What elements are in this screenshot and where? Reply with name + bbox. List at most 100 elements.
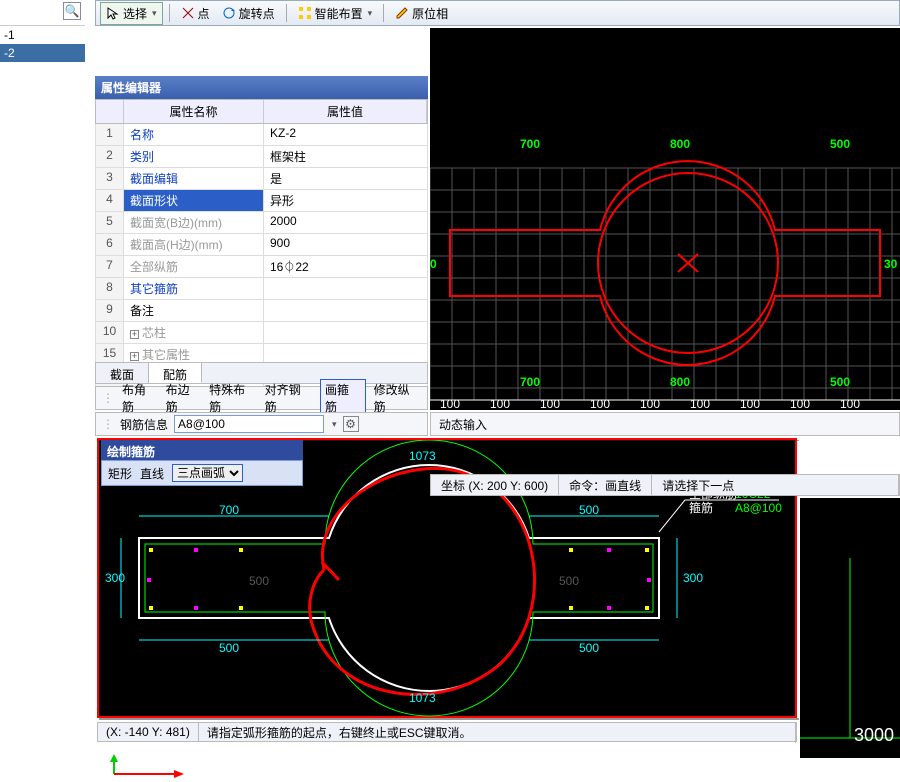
svg-text:500: 500 <box>559 574 579 588</box>
rebar-toolbar: ⋮ 布角筋 布边筋 特殊布筋 对齐钢筋 画箍筋 修改纵筋 <box>95 386 428 410</box>
draw-stirrup-toolbar: 矩形 直线 三点画弧 <box>101 460 303 486</box>
property-row[interactable]: 6截面高(H边)(mm)900 <box>95 234 428 256</box>
rebar-info-label: 钢筋信息 <box>120 416 168 433</box>
hint-cell: 请选择下一点 <box>652 475 899 496</box>
svg-text:箍筋: 箍筋 <box>689 500 713 515</box>
dynamic-input-label: 动态输入 <box>430 412 900 436</box>
cmd-cell: 命令：画直线 <box>559 475 652 496</box>
canvas1-status: (X: -140 Y: 481) 请指定弧形箍筋的起点，右键终止或ESC键取消。 <box>97 722 797 742</box>
svg-text:100: 100 <box>640 397 660 410</box>
property-editor: 属性编辑器 属性名称 属性值 1名称KZ-22类别框架柱3截面编辑是4截面形状异… <box>95 76 428 410</box>
arc-mode-select[interactable]: 三点画弧 <box>172 464 243 482</box>
origin-label: 原位相 <box>412 5 448 22</box>
svg-text:800: 800 <box>670 375 690 389</box>
section-drawing: 700 800 500 700 800 500 0 30 100 100 100 1… <box>430 28 900 410</box>
top-toolbar: 选择 ▾ 点 旋转点 智能布置 ▾ 原位相 <box>95 0 900 26</box>
rotate-icon <box>222 6 236 20</box>
svg-text:A8@100: A8@100 <box>735 501 782 515</box>
dropdown-icon: ▾ <box>368 8 373 19</box>
tree-item[interactable]: -1 <box>0 26 85 44</box>
property-title: 属性编辑器 <box>95 76 428 99</box>
svg-text:100: 100 <box>590 397 610 410</box>
svg-text:300: 300 <box>105 571 125 585</box>
handle-icon: ⋮ <box>102 417 114 431</box>
command-status-bar: 坐标 (X: 200 Y: 600) 命令：画直线 请选择下一点 <box>430 474 900 496</box>
svg-text:30: 30 <box>884 257 898 271</box>
expand-icon[interactable]: + <box>130 352 139 361</box>
rotate-point-button[interactable]: 旋转点 <box>217 3 280 24</box>
hint-text: 请指定弧形箍筋的起点，右键终止或ESC键取消。 <box>199 722 796 743</box>
tab-rebar[interactable]: 配筋 <box>149 363 202 383</box>
svg-text:800: 800 <box>670 137 690 151</box>
search-icon[interactable]: 🔍 <box>63 2 81 20</box>
tree-item[interactable]: -2 <box>0 44 85 62</box>
rect-mode[interactable]: 矩形 <box>108 465 132 482</box>
svg-text:700: 700 <box>520 137 540 151</box>
property-row[interactable]: 5截面宽(B边)(mm)2000 <box>95 212 428 234</box>
cursor-icon <box>106 6 120 20</box>
svg-text:500: 500 <box>830 137 850 151</box>
svg-text:500: 500 <box>249 574 269 588</box>
coord-cell: 坐标 (X: 200 Y: 600) <box>431 475 559 496</box>
dropdown-icon: ▾ <box>152 8 157 19</box>
select-tool-button[interactable]: 选择 ▾ <box>100 2 163 25</box>
svg-text:100: 100 <box>740 397 760 410</box>
svg-text:100: 100 <box>490 397 510 410</box>
pencil-icon <box>395 6 409 20</box>
point-button[interactable]: 点 <box>176 3 215 24</box>
col-value: 属性值 <box>264 100 427 123</box>
coord-readout: (X: -140 Y: 481) <box>98 723 199 741</box>
expand-icon[interactable]: + <box>130 330 139 339</box>
svg-text:500: 500 <box>830 375 850 389</box>
svg-text:100: 100 <box>440 397 460 410</box>
svg-text:300: 300 <box>683 571 703 585</box>
align-btn[interactable]: 对齐钢筋 <box>265 381 312 415</box>
aux-dim: 3000 <box>854 725 894 746</box>
smart-icon <box>298 6 312 20</box>
point-icon <box>181 6 195 20</box>
rebar-info-input[interactable] <box>174 415 324 433</box>
property-row[interactable]: 10+芯柱 <box>95 322 428 344</box>
svg-text:100: 100 <box>790 397 810 410</box>
tab-section[interactable]: 截面 <box>96 363 149 383</box>
tree-list: -1 -2 <box>0 26 85 62</box>
svg-text:700: 700 <box>520 375 540 389</box>
svg-text:1073: 1073 <box>409 691 436 705</box>
line-mode[interactable]: 直线 <box>140 465 164 482</box>
axis-icon <box>108 754 188 780</box>
smart-layout-button[interactable]: 智能布置 ▾ <box>293 3 378 24</box>
aux-canvas <box>800 498 900 758</box>
dropdown-icon[interactable]: ▾ <box>332 419 337 430</box>
modify-btn[interactable]: 修改纵筋 <box>374 381 421 415</box>
svg-text:1073: 1073 <box>409 449 436 463</box>
svg-text:500: 500 <box>219 641 239 655</box>
corner-btn[interactable]: 布角筋 <box>122 381 158 415</box>
svg-text:100: 100 <box>690 397 710 410</box>
section-canvas[interactable]: 700 800 500 700 800 500 0 30 100 100 100 1… <box>430 28 900 410</box>
svg-text:100: 100 <box>840 397 860 410</box>
svg-text:500: 500 <box>579 641 599 655</box>
rebar-info-bar: ⋮ 钢筋信息 ▾ ⚙ <box>95 412 428 436</box>
property-header: 属性名称 属性值 <box>95 99 428 124</box>
property-row[interactable]: 2类别框架柱 <box>95 146 428 168</box>
point-label: 点 <box>198 5 210 22</box>
property-row[interactable]: 8其它箍筋 <box>95 278 428 300</box>
property-row[interactable]: 7全部纵筋16⏀22 <box>95 256 428 278</box>
svg-text:0: 0 <box>430 257 437 271</box>
origin-button[interactable]: 原位相 <box>390 3 453 24</box>
property-row[interactable]: 9备注 <box>95 300 428 322</box>
col-name: 属性名称 <box>124 100 264 123</box>
select-label: 选择 <box>123 5 147 22</box>
svg-text:700: 700 <box>219 503 239 517</box>
property-row[interactable]: 1名称KZ-2 <box>95 124 428 146</box>
property-row[interactable]: 4截面形状异形 <box>95 190 428 212</box>
rotate-label: 旋转点 <box>239 5 275 22</box>
svg-text:100: 100 <box>540 397 560 410</box>
property-row[interactable]: 3截面编辑是 <box>95 168 428 190</box>
edge-btn[interactable]: 布边筋 <box>166 381 202 415</box>
smart-label: 智能布置 <box>315 5 363 22</box>
svg-text:500: 500 <box>579 503 599 517</box>
handle-icon: ⋮ <box>102 391 114 405</box>
special-btn[interactable]: 特殊布筋 <box>209 381 256 415</box>
settings-icon[interactable]: ⚙ <box>343 416 359 432</box>
